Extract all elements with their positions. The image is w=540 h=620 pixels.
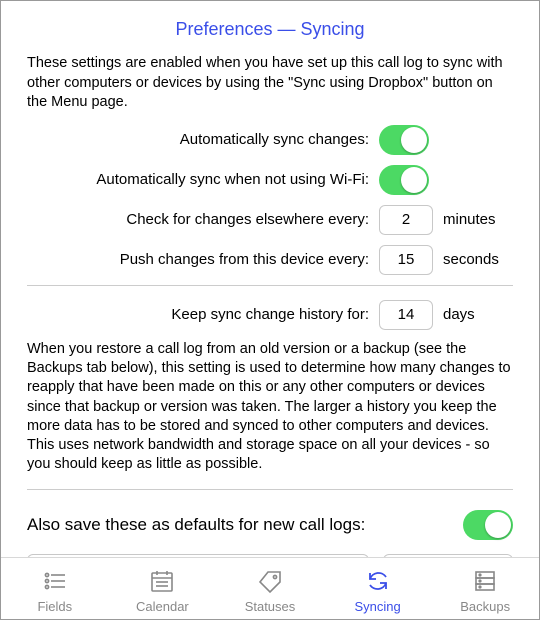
tab-syncing[interactable]: Syncing — [324, 558, 432, 619]
tab-calendar[interactable]: Calendar — [109, 558, 217, 619]
tab-fields-label: Fields — [37, 599, 72, 614]
divider-2 — [27, 489, 513, 490]
check-every-unit: minutes — [443, 211, 496, 228]
keep-history-input[interactable] — [379, 300, 433, 330]
push-every-label: Push changes from this device every: — [27, 251, 379, 268]
row-save-defaults: Also save these as defaults for new call… — [27, 504, 513, 550]
check-every-label: Check for changes elsewhere every: — [27, 211, 379, 228]
row-keep-history: Keep sync change history for: days — [27, 300, 513, 330]
keep-history-unit: days — [443, 306, 475, 323]
auto-sync-label: Automatically sync changes: — [27, 131, 379, 148]
row-auto-sync-nowifi: Automatically sync when not using Wi-Fi: — [27, 165, 513, 195]
tab-calendar-label: Calendar — [136, 599, 189, 614]
row-auto-sync: Automatically sync changes: — [27, 125, 513, 155]
keep-history-explain: When you restore a call log from an old … — [27, 340, 513, 475]
backups-icon — [471, 568, 499, 597]
tab-statuses-label: Statuses — [245, 599, 296, 614]
save-defaults-label: Also save these as defaults for new call… — [27, 515, 365, 535]
push-every-input[interactable] — [379, 245, 433, 275]
tab-backups-label: Backups — [460, 599, 510, 614]
row-check-every: Check for changes elsewhere every: minut… — [27, 205, 513, 235]
save-defaults-toggle[interactable] — [463, 510, 513, 540]
page-title: Preferences — Syncing — [27, 19, 513, 40]
tab-syncing-label: Syncing — [354, 599, 400, 614]
push-every-unit: seconds — [443, 251, 499, 268]
tab-statuses[interactable]: Statuses — [216, 558, 324, 619]
tab-fields[interactable]: Fields — [1, 558, 109, 619]
auto-sync-nowifi-label: Automatically sync when not using Wi-Fi: — [27, 171, 379, 188]
tag-icon — [256, 568, 284, 597]
tab-bar: Fields Calendar Statuses — [1, 557, 539, 619]
fields-icon — [41, 568, 69, 597]
check-every-input[interactable] — [379, 205, 433, 235]
auto-sync-nowifi-toggle[interactable] — [379, 165, 429, 195]
row-push-every: Push changes from this device every: sec… — [27, 245, 513, 275]
divider-1 — [27, 285, 513, 286]
tab-backups[interactable]: Backups — [431, 558, 539, 619]
calendar-icon — [148, 568, 176, 597]
sync-icon — [364, 568, 392, 597]
intro-text: These settings are enabled when you have… — [27, 54, 513, 113]
keep-history-label: Keep sync change history for: — [27, 306, 379, 323]
auto-sync-toggle[interactable] — [379, 125, 429, 155]
